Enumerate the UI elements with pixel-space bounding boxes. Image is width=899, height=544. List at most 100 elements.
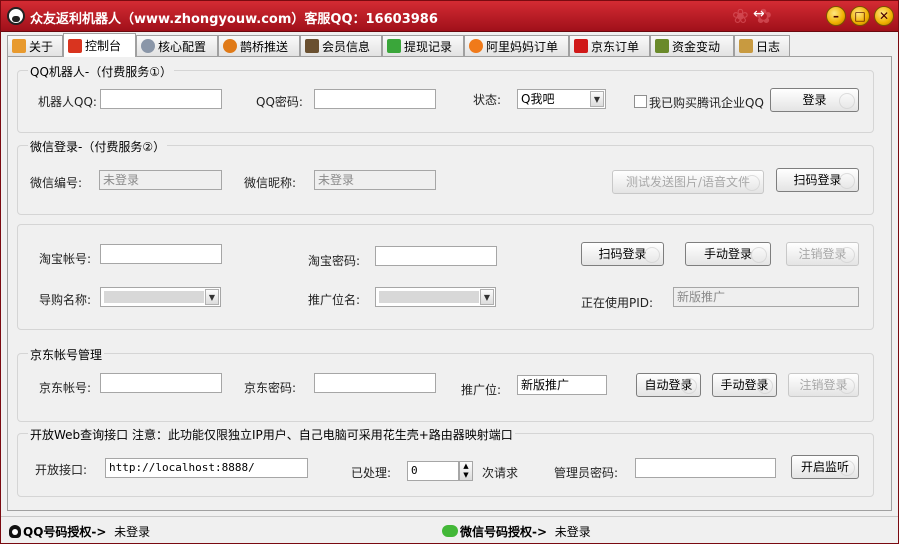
- qq-password-input[interactable]: [314, 89, 436, 109]
- tab-console[interactable]: 控制台: [63, 33, 136, 57]
- processed-count-input[interactable]: 0: [407, 461, 459, 481]
- tab-label: 关于: [29, 39, 54, 54]
- jd-promo-input[interactable]: 新版推广: [517, 375, 607, 395]
- taobao-group: 淘宝帐号: 淘宝密码: 扫码登录 手动登录 注销登录 导购名称: ▼ 推广位名:…: [17, 224, 874, 330]
- taobao-scan-login-button[interactable]: 扫码登录: [581, 242, 664, 266]
- web-api-legend: 开放Web查询接口 注意：此功能仅限独立IP用户、自己电脑可采用花生壳+路由器映…: [28, 426, 515, 443]
- jd-logout-button[interactable]: 注销登录: [788, 373, 859, 397]
- tab-log[interactable]: 日志: [734, 35, 790, 56]
- guide-name-select[interactable]: ▼: [100, 287, 221, 307]
- wechat-nickname-input[interactable]: 未登录: [314, 170, 436, 190]
- jd-account-input[interactable]: [100, 373, 222, 393]
- money-icon: [655, 39, 669, 53]
- jd-account-label: 京东帐号:: [39, 381, 92, 395]
- wechat-icon: [442, 525, 458, 537]
- jd-account-group: 京东帐号管理 京东帐号: 京东密码: 推广位: 新版推广 自动登录 手动登录 注…: [17, 346, 874, 422]
- chevron-down-icon[interactable]: ▼: [480, 289, 494, 305]
- home-icon: [12, 39, 26, 53]
- guide-name-value: [104, 291, 204, 303]
- chevron-down-icon[interactable]: ▼: [590, 91, 604, 107]
- clock-icon: [223, 39, 237, 53]
- tab-jd-orders[interactable]: 京东订单: [569, 35, 650, 56]
- tab-core-config[interactable]: 核心配置: [136, 35, 218, 56]
- tab-label: 控制台: [85, 39, 122, 53]
- tab-label: 资金变动: [672, 39, 721, 54]
- wechat-scan-login-button[interactable]: 扫码登录: [776, 168, 859, 192]
- test-send-button[interactable]: 测试发送图片/语音文件: [612, 170, 764, 194]
- minimize-button[interactable]: –: [826, 6, 846, 26]
- processed-spinner[interactable]: ▲ ▼: [459, 461, 473, 481]
- tab-label: 提现记录: [404, 39, 453, 54]
- app-logo-icon: [7, 7, 25, 25]
- console-panel: QQ机器人-（付费服务①） 机器人QQ: QQ密码: 状态: Q我吧 ▼ 我已购买…: [7, 56, 892, 511]
- guide-name-label: 导购名称:: [39, 293, 92, 307]
- shield-icon: [68, 38, 82, 53]
- processed-label: 已处理:: [351, 466, 392, 480]
- main-window: 众友返利机器人（www.zhongyouw.com）客服QQ：16603986 …: [0, 0, 899, 544]
- qq-password-label: QQ密码:: [256, 95, 303, 109]
- close-button[interactable]: ✕: [874, 6, 894, 26]
- taobao-account-label: 淘宝帐号:: [39, 252, 92, 266]
- tab-push[interactable]: 鹊桥推送: [218, 35, 300, 56]
- open-port-input[interactable]: http://localhost:8888/: [105, 458, 308, 478]
- qq-auth-value: 未登录: [114, 525, 151, 539]
- taobao-logout-button[interactable]: 注销登录: [786, 242, 859, 266]
- qq-robot-group: QQ机器人-（付费服务①） 机器人QQ: QQ密码: 状态: Q我吧 ▼ 我已购买…: [17, 63, 874, 133]
- wechat-auth-value: 未登录: [554, 525, 591, 539]
- title-decoration: ❀ ✿: [732, 4, 772, 28]
- qq-login-button[interactable]: 登录: [770, 88, 859, 112]
- qq-auth-status: QQ号码授权-> 未登录: [9, 523, 150, 540]
- log-icon: [739, 39, 753, 53]
- title-bar[interactable]: 众友返利机器人（www.zhongyouw.com）客服QQ：16603986 …: [1, 1, 898, 32]
- taobao-password-label: 淘宝密码:: [308, 254, 361, 268]
- tab-label: 日志: [756, 39, 781, 54]
- jd-promo-label: 推广位:: [461, 383, 502, 397]
- promo-slot-select[interactable]: ▼: [375, 287, 496, 307]
- jd-password-label: 京东密码:: [244, 381, 297, 395]
- wechat-auth-status: 微信号码授权-> 未登录: [442, 523, 591, 540]
- taobao-account-input[interactable]: [100, 244, 222, 264]
- resize-icon[interactable]: ↔: [753, 6, 765, 22]
- status-select[interactable]: Q我吧 ▼: [517, 89, 606, 109]
- promo-slot-value: [379, 291, 479, 303]
- qq-penguin-icon: [9, 525, 21, 538]
- pid-input[interactable]: 新版推广: [673, 287, 859, 307]
- enterprise-qq-label: 我已购买腾讯企业QQ: [649, 96, 764, 110]
- wechat-auth-label: 微信号码授权->: [460, 525, 548, 539]
- jd-manual-login-button[interactable]: 手动登录: [712, 373, 777, 397]
- jd-icon: [574, 39, 588, 53]
- taobao-password-input[interactable]: [375, 246, 497, 266]
- status-bar: QQ号码授权-> 未登录 微信号码授权-> 未登录: [1, 516, 898, 543]
- tab-bar: 关于 控制台 核心配置 鹊桥推送 会员信息 提现记录 阿里妈妈订单 京东订单 资…: [7, 33, 892, 57]
- tab-about[interactable]: 关于: [7, 35, 63, 56]
- jd-auto-login-button[interactable]: 自动登录: [636, 373, 701, 397]
- status-label: 状态:: [473, 93, 502, 107]
- tab-funds[interactable]: 资金变动: [650, 35, 734, 56]
- admin-password-input[interactable]: [635, 458, 776, 478]
- tab-withdrawals[interactable]: 提现记录: [382, 35, 464, 56]
- robot-qq-label: 机器人QQ:: [38, 95, 97, 109]
- wechat-id-label: 微信编号:: [30, 176, 83, 190]
- pid-label: 正在使用PID:: [581, 296, 654, 310]
- taobao-manual-login-button[interactable]: 手动登录: [685, 242, 771, 266]
- jd-password-input[interactable]: [314, 373, 436, 393]
- admin-password-label: 管理员密码:: [554, 466, 619, 480]
- start-listen-button[interactable]: 开启监听: [791, 455, 859, 479]
- tab-members[interactable]: 会员信息: [300, 35, 382, 56]
- tab-label: 核心配置: [158, 39, 207, 54]
- tab-label: 阿里妈妈订单: [486, 39, 559, 54]
- web-api-group: 开放Web查询接口 注意：此功能仅限独立IP用户、自己电脑可采用花生壳+路由器映…: [17, 426, 874, 497]
- qq-auth-label: QQ号码授权->: [23, 525, 107, 539]
- enterprise-qq-checkbox[interactable]: [634, 95, 647, 108]
- status-value: Q我吧: [521, 92, 555, 106]
- wechat-id-input[interactable]: 未登录: [99, 170, 222, 190]
- gear-icon: [141, 39, 155, 53]
- chevron-down-icon[interactable]: ▼: [205, 289, 219, 305]
- tab-label: 鹊桥推送: [240, 39, 289, 54]
- alimama-icon: [469, 39, 483, 53]
- tab-alimama-orders[interactable]: 阿里妈妈订单: [464, 35, 569, 56]
- robot-qq-input[interactable]: [100, 89, 222, 109]
- maximize-button[interactable]: □: [850, 6, 870, 26]
- window-title: 众友返利机器人（www.zhongyouw.com）客服QQ：16603986: [30, 12, 438, 27]
- processed-unit-label: 次请求: [482, 466, 519, 480]
